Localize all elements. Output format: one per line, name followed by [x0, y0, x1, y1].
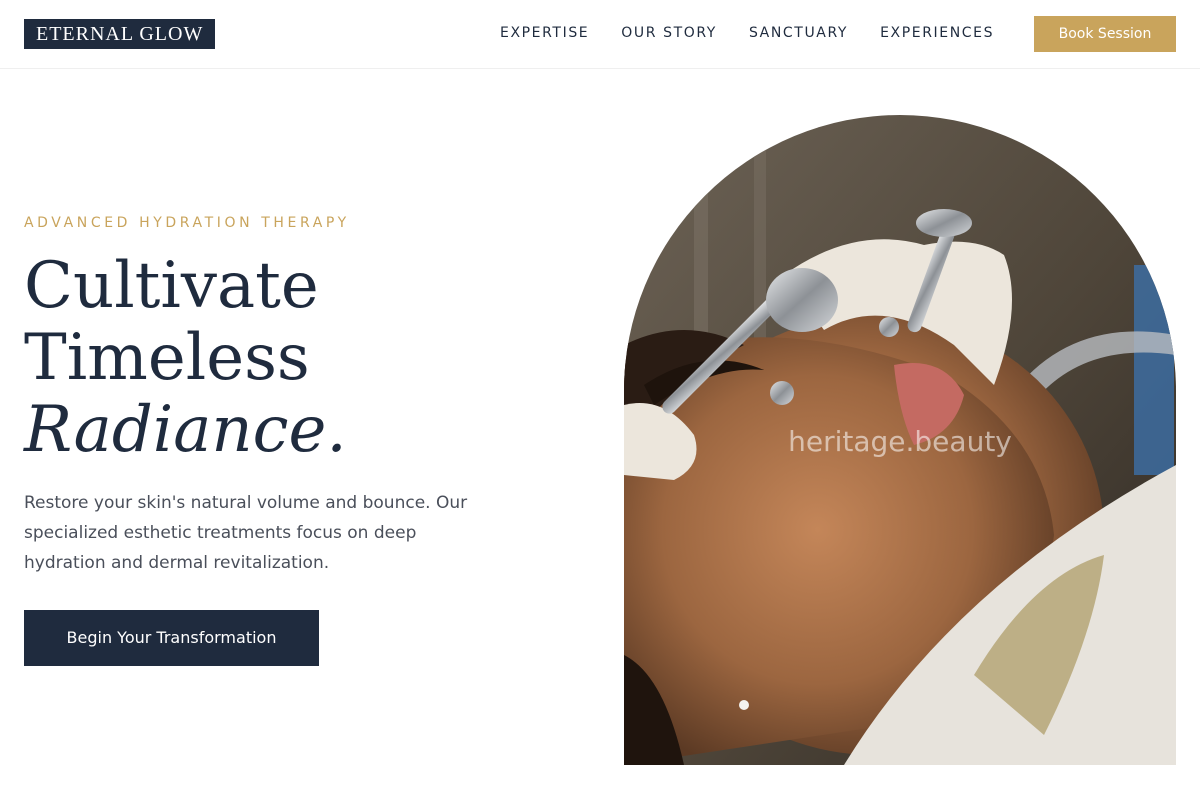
headline-line-1: Cultivate — [24, 249, 319, 323]
nav-link-sanctuary[interactable]: SANCTUARY — [749, 24, 848, 42]
hero-eyebrow: ADVANCED HYDRATION THERAPY — [24, 215, 350, 231]
hero-description: Restore your skin's natural volume and b… — [24, 493, 468, 573]
nav-link-our-story[interactable]: OUR STORY — [621, 24, 717, 42]
main-nav: EXPERTISE OUR STORY SANCTUARY EXPERIENCE… — [500, 24, 1026, 42]
headline-line-3: Radiance. — [24, 393, 347, 467]
hero-image: heritage.beauty — [624, 115, 1176, 765]
headline-line-2: Timeless — [24, 321, 310, 395]
image-watermark: heritage.beauty — [788, 425, 1012, 458]
site-header: ETERNAL GLOW EXPERTISE OUR STORY SANCTUA… — [0, 0, 1200, 69]
nav-link-expertise[interactable]: EXPERTISE — [500, 24, 589, 42]
hero-headline: Cultivate Timeless Radiance. — [24, 250, 347, 466]
site-logo[interactable]: ETERNAL GLOW — [24, 19, 216, 49]
begin-transformation-button[interactable]: Begin Your Transformation — [24, 610, 319, 666]
book-session-button[interactable]: Book Session — [1034, 16, 1176, 52]
nav-link-experiences[interactable]: EXPERIENCES — [880, 24, 994, 42]
